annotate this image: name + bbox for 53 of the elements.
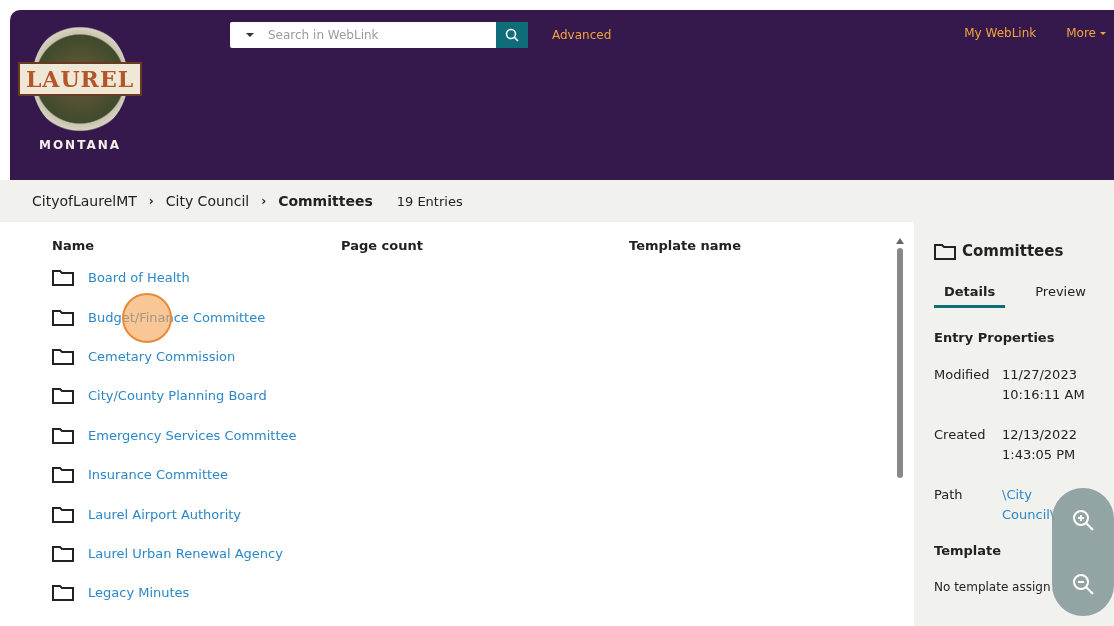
advanced-link[interactable]: Advanced	[552, 28, 612, 42]
folder-icon	[52, 347, 74, 365]
folder-icon	[52, 308, 74, 326]
logo-title: LAUREL	[17, 62, 143, 96]
folder-link[interactable]: Board of Health	[88, 270, 190, 286]
folder-icon	[52, 387, 74, 405]
panel-tab[interactable]: Details	[934, 284, 1006, 308]
property-value: No template assign	[934, 580, 1051, 594]
folder-icon	[52, 269, 74, 287]
chevron-icon: ›	[261, 194, 267, 208]
more-menu[interactable]: More	[1066, 26, 1106, 40]
breadcrumb-item[interactable]: CityofLaurelMT	[32, 193, 137, 209]
search-field[interactable]: Search in WebLink	[266, 27, 496, 43]
property-label: Created	[934, 426, 987, 444]
zoom-in-icon[interactable]	[1071, 508, 1095, 532]
search-icon	[505, 28, 519, 42]
folder-link[interactable]: Budget/Finance Committee	[88, 309, 266, 325]
folder-link[interactable]: City/County Planning Board	[88, 388, 267, 404]
folder-icon	[52, 426, 74, 444]
zoom-out-icon[interactable]	[1071, 572, 1095, 596]
property-value: 12/13/2022 1:43:05 PM	[1002, 426, 1078, 464]
breadcrumb-item[interactable]: City Council	[165, 193, 250, 209]
scroll-up-icon[interactable]	[896, 238, 904, 244]
property-label: Template	[934, 543, 1003, 558]
city-logo[interactable]: LAUREL MONTANA	[20, 10, 140, 170]
search-box[interactable]: Search in WebLink	[230, 22, 496, 48]
folder-icon	[934, 242, 956, 260]
property-label: Modified	[934, 366, 991, 384]
panel-title: Committees	[962, 242, 1064, 260]
entry-count: 19 Entries	[396, 193, 463, 209]
folder-link[interactable]: Emergency Services Committee	[88, 427, 297, 443]
chevron-icon: ›	[148, 194, 154, 208]
breadcrumb-item[interactable]: Committees	[278, 193, 373, 209]
folder-icon	[52, 584, 74, 602]
logo-subtitle: MONTANA	[38, 138, 122, 152]
column-header[interactable]: Template name	[629, 237, 896, 253]
property-label: Path	[934, 486, 964, 504]
column-header[interactable]: Name	[52, 237, 341, 253]
folder-link[interactable]: Laurel Urban Renewal Agency	[88, 545, 283, 561]
folder-link[interactable]: Insurance Committee	[88, 467, 229, 483]
folder-icon	[52, 505, 74, 523]
search-button[interactable]	[496, 22, 528, 48]
section-title: Entry Properties	[934, 330, 1056, 345]
folder-link[interactable]: Legacy Minutes	[88, 585, 190, 601]
caret-icon[interactable]	[246, 33, 254, 37]
panel-tab[interactable]: Preview	[1025, 284, 1096, 308]
folder-link[interactable]: Cemetary Commission	[88, 348, 236, 364]
folder-link[interactable]: Laurel Airport Authority	[88, 506, 242, 522]
column-header[interactable]: Page count	[341, 237, 629, 253]
property-value: 11/27/2023 10:16:11 AM	[1002, 366, 1086, 404]
folder-icon	[52, 544, 74, 562]
folder-icon	[52, 466, 74, 484]
my-weblink-link[interactable]: My WebLink	[964, 26, 1037, 40]
